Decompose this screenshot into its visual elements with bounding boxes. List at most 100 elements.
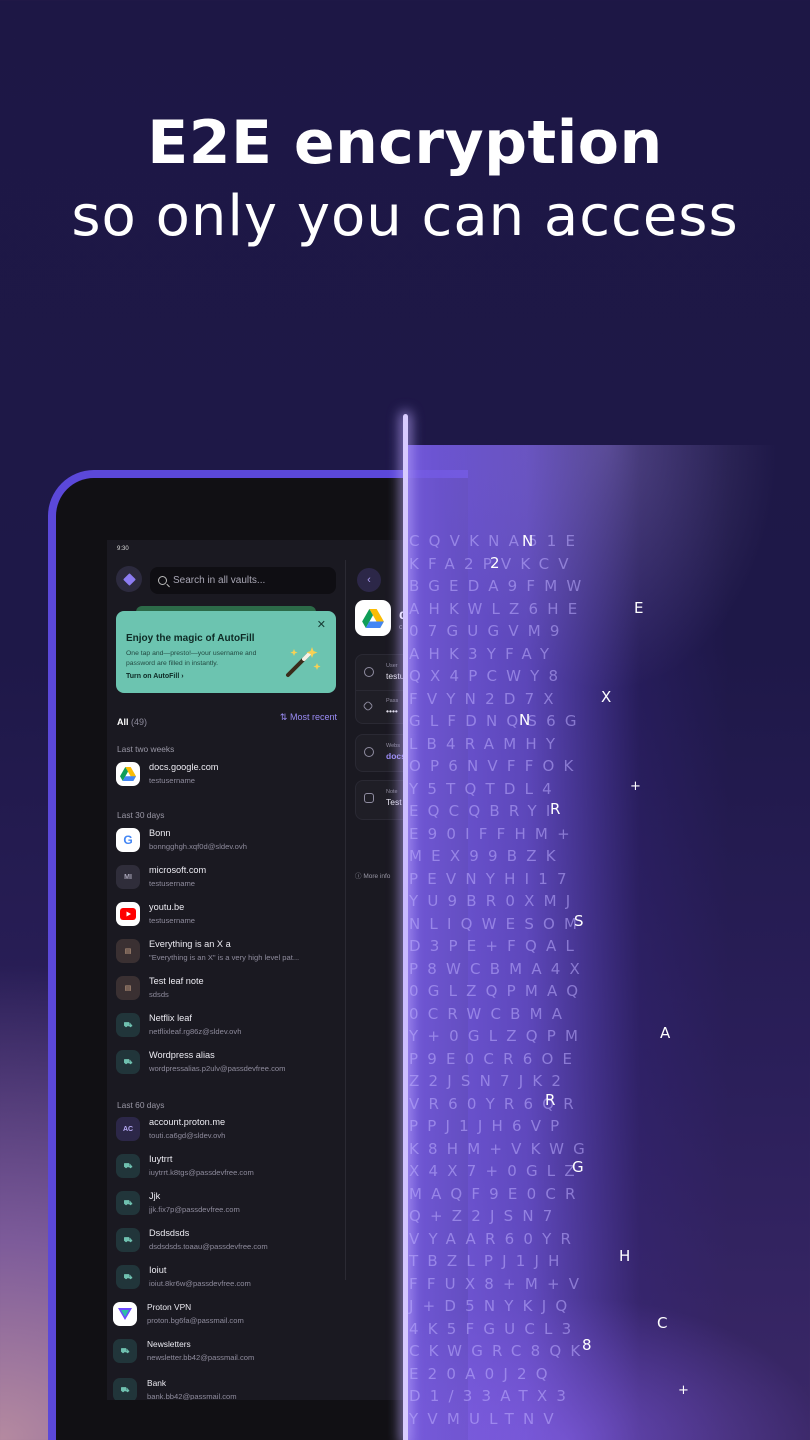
- list-item[interactable]: ⛟ Newsletters newsletter.bb42@passmail.c…: [113, 1337, 335, 1367]
- item-title: Ioiut: [149, 1265, 167, 1275]
- item-subtitle: newsletter.bb42@passmail.com: [147, 1353, 255, 1362]
- item-title: Netflix leaf: [149, 1013, 192, 1023]
- item-subtitle: touti.ca6gd@sldev.ovh: [149, 1131, 226, 1140]
- item-list-pane: Search in all vaults... ✕ Enjoy the magi…: [107, 540, 345, 1400]
- alias-icon: ⛟: [116, 1013, 140, 1037]
- item-subtitle: bonngghgh.xqf0d@sldev.ovh: [149, 842, 247, 851]
- cipher-row: J+D5NYKJQ: [409, 1297, 577, 1315]
- cipher-highlight: R: [550, 800, 561, 818]
- cipher-highlight: E: [634, 599, 644, 617]
- cipher-highlight: S: [574, 912, 584, 930]
- list-item[interactable]: ⛟ Netflix leaf netflixleaf.rg86z@sldev.o…: [116, 1011, 338, 1041]
- username-value[interactable]: testu: [386, 671, 404, 681]
- cipher-row: VR60YR6QR: [409, 1094, 583, 1113]
- list-item[interactable]: docs.google.com testusername: [116, 760, 338, 790]
- cipher-row: E90IFFHM+: [409, 824, 579, 843]
- note-label: Note: [386, 789, 398, 795]
- search-icon: [158, 576, 167, 585]
- item-subtitle: testusername: [149, 776, 196, 785]
- list-item[interactable]: ▤ Everything is an X a "Everything is an…: [116, 937, 338, 967]
- chevron-right-icon: ›: [181, 673, 184, 681]
- item-subtitle: dsdsdsds.toaau@passdevfree.com: [149, 1242, 268, 1251]
- list-item[interactable]: ▤ Test leaf note sdsds: [116, 974, 338, 1004]
- search-input[interactable]: Search in all vaults...: [150, 567, 336, 594]
- cipher-row: Y+0GLZQPM: [409, 1027, 588, 1045]
- more-info-label: More info: [363, 873, 391, 880]
- item-title: Everything is an X a: [149, 939, 231, 949]
- back-button[interactable]: ‹: [357, 568, 381, 592]
- autofill-promo: ✕ Enjoy the magic of AutoFill One tap an…: [116, 606, 336, 696]
- cipher-row: EQCQBRYI: [409, 802, 560, 820]
- list-item[interactable]: youtu.be testusername: [116, 900, 338, 930]
- section-label-last-two-weeks: Last two weeks: [117, 744, 175, 754]
- note-value: Test: [386, 797, 402, 807]
- sort-button[interactable]: ⇅ Most recent: [280, 712, 337, 723]
- list-item[interactable]: ⛟ Dsdsdsds dsdsdsds.toaau@passdevfree.co…: [116, 1226, 338, 1256]
- cipher-row: P8WCBMA4X: [409, 959, 590, 978]
- item-title: Jjk: [149, 1191, 161, 1201]
- website-label: Webs: [386, 743, 400, 749]
- item-title: Iuytrrt: [149, 1154, 173, 1164]
- cipher-row: KFA2PVKCV: [409, 554, 578, 573]
- item-subtitle: "Everything is an X" is a very high leve…: [149, 953, 300, 962]
- promo-body: One tap and—presto!—your username and pa…: [126, 650, 257, 667]
- password-value[interactable]: ••••: [386, 706, 398, 716]
- filter-row: All (49) ⇅ Most recent: [117, 712, 337, 727]
- item-title: microsoft.com: [149, 865, 207, 875]
- cipher-row: AHK3YFAY: [409, 644, 559, 663]
- alias-icon: ⛟: [116, 1154, 140, 1178]
- cipher-row: X4X7+0GLZ: [409, 1162, 584, 1180]
- item-title: Dsdsdsds: [149, 1228, 190, 1238]
- section-label-last-30-days: Last 30 days: [117, 810, 165, 820]
- close-icon[interactable]: ✕: [317, 618, 326, 631]
- headline: E2E encryption so only you can access: [0, 108, 810, 249]
- turn-on-autofill-label: Turn on AutoFill: [126, 673, 180, 681]
- cipher-row: QX4PCWY8: [409, 667, 568, 685]
- encryption-divider-line: [403, 414, 408, 1440]
- list-item[interactable]: ⛟ Bank bank.bb42@passmail.com: [113, 1376, 335, 1400]
- item-subtitle: wordpressalias.p2ulv@passdevfree.com: [149, 1064, 286, 1073]
- filter-all-label: All: [117, 717, 129, 727]
- cipher-row: D3PE+FQAL: [409, 937, 584, 955]
- list-item[interactable]: Proton VPN proton.bg6fa@passmail.com: [113, 1300, 335, 1330]
- item-subtitle: bank.bb42@passmail.com: [147, 1392, 237, 1400]
- cipher-highlight: +: [678, 1383, 689, 1398]
- note-icon: ▤: [116, 976, 140, 1000]
- item-title: Proton VPN: [147, 1302, 192, 1312]
- filter-all[interactable]: All (49): [117, 717, 147, 727]
- item-title: Wordpress alias: [149, 1050, 215, 1060]
- vault-switcher-button[interactable]: [116, 566, 142, 592]
- alias-icon: ⛟: [113, 1339, 137, 1363]
- alias-icon: ⛟: [113, 1378, 137, 1400]
- cipher-row: 0GLZQPMAQ: [409, 982, 588, 1000]
- item-subtitle: sdsds: [149, 990, 169, 999]
- alias-icon: ⛟: [116, 1265, 140, 1289]
- cipher-highlight: G: [572, 1158, 584, 1176]
- list-item[interactable]: ⛟ Jjk jjk.fix7p@passdevfree.com: [116, 1189, 338, 1219]
- cipher-row: Z2JSN7JK2: [409, 1072, 571, 1090]
- more-info-toggle[interactable]: ⓘ More info: [355, 870, 390, 880]
- item-subtitle: jjk.fix7p@passdevfree.com: [149, 1205, 240, 1214]
- headline-subtitle: so only you can access: [71, 184, 739, 249]
- cipher-highlight: C: [657, 1314, 668, 1332]
- filter-all-count: (49): [131, 717, 148, 727]
- search-placeholder: Search in all vaults...: [173, 575, 266, 586]
- list-item[interactable]: MI microsoft.com testusername: [116, 863, 338, 893]
- cipher-row: PEVNYHI17: [409, 869, 576, 888]
- cipher-row: CQVKNA51E: [409, 532, 585, 550]
- list-item[interactable]: G Bonn bonngghgh.xqf0d@sldev.ovh: [116, 826, 338, 856]
- cipher-text-grid: CQVKNA51E KFA2PVKCV BGEDA9FMW AHKWLZ6HE 07GU…: [409, 530, 669, 1430]
- cipher-row: LB4RAMHY: [409, 734, 565, 753]
- cipher-highlight: N: [522, 532, 534, 550]
- item-subtitle: testusername: [149, 879, 196, 888]
- list-item[interactable]: AC account.proton.me touti.ca6gd@sldev.o…: [116, 1115, 338, 1145]
- item-title: Bank: [147, 1378, 167, 1388]
- list-item[interactable]: ⛟ Iuytrrt iuytrrt.k8tgs@passdevfree.com: [116, 1152, 338, 1182]
- cipher-row: OP6NVFFOK: [409, 757, 583, 775]
- list-item[interactable]: ⛟ Ioiut ioiut.8kr6w@passdevfree.com: [116, 1263, 338, 1293]
- sort-label: Most recent: [289, 712, 337, 722]
- list-item[interactable]: ⛟ Wordpress alias wordpressalias.p2ulv@p…: [116, 1048, 338, 1078]
- key-icon: [362, 700, 374, 712]
- cipher-row: MAQF9E0CR: [409, 1184, 585, 1203]
- cipher-highlight: 8: [582, 1336, 592, 1354]
